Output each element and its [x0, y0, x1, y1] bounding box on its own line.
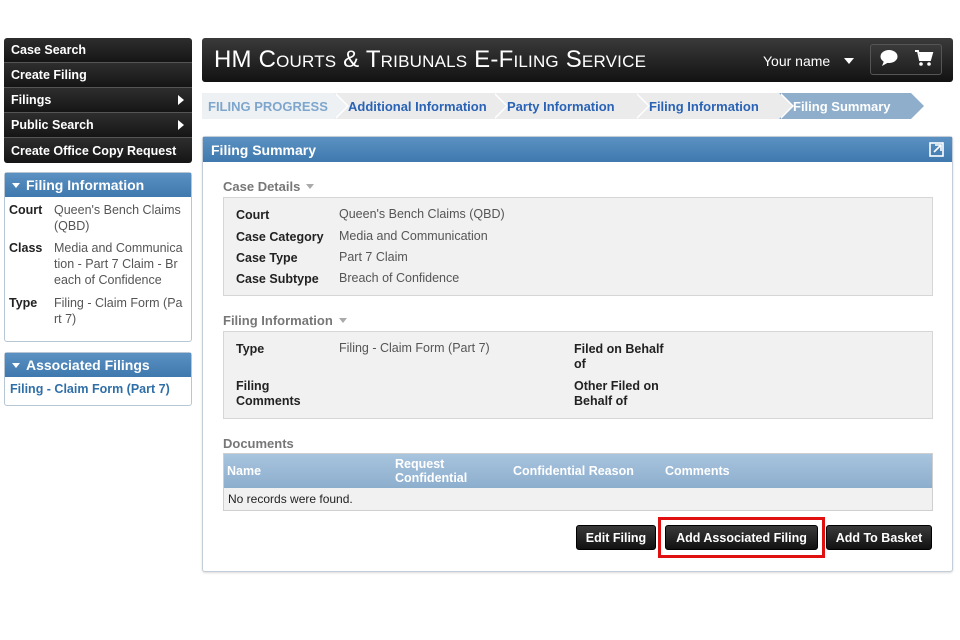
detail-value-subtype: Breach of Confidence: [339, 271, 459, 286]
nav-label: Create Filing: [11, 68, 87, 82]
cart-icon[interactable]: [914, 49, 934, 70]
nav-label: Create Office Copy Request: [11, 143, 177, 158]
documents-empty-row: No records were found.: [224, 488, 932, 510]
chat-icon[interactable]: [879, 49, 899, 70]
case-detail-court: Court: [236, 208, 269, 223]
fi-label: Type: [9, 296, 38, 310]
collapse-icon: [12, 362, 20, 368]
detail-label: Case Subtype: [236, 272, 319, 286]
header-icon-group: [870, 44, 942, 75]
detail-value: Filing - Claim Form (Part 7): [339, 341, 490, 355]
fi-row-type: Type Filing - Claim Form (Part 7): [5, 295, 191, 327]
associated-filings-panel-header[interactable]: Associated Filings: [5, 353, 191, 377]
filing-progress-bar: FILING PROGRESS Additional Information P…: [202, 93, 950, 119]
edit-filing-button[interactable]: Edit Filing: [576, 525, 656, 550]
filing-information-panel: Filing Information Court Queen's Bench C…: [4, 172, 192, 342]
column-header[interactable]: Name: [227, 464, 261, 478]
filed-behalf-label-wrap: Filed on Behalf of: [574, 342, 674, 372]
left-nav: Case Search Create Filing Filings Public…: [4, 38, 192, 163]
fi-label: Class: [9, 241, 43, 255]
progress-step-additional-information[interactable]: Additional Information: [334, 93, 508, 119]
detail-label: Case Category: [236, 230, 324, 244]
section-title: Documents: [223, 436, 294, 451]
add-associated-filing-button[interactable]: Add Associated Filing: [665, 525, 818, 550]
nav-public-search[interactable]: Public Search: [4, 113, 192, 138]
user-menu[interactable]: Your name: [763, 53, 855, 69]
chevron-down-icon: [306, 184, 315, 189]
filing-comments-label-wrap: Filing Comments: [236, 379, 316, 409]
filing-type-value-wrap: Filing - Claim Form (Part 7): [339, 341, 490, 356]
progress-step-filing-information[interactable]: Filing Information: [635, 93, 794, 119]
nav-case-search[interactable]: Case Search: [4, 38, 192, 63]
detail-label: Type: [236, 342, 265, 356]
column-header[interactable]: Request Confidential: [395, 457, 485, 485]
documents-table-header: Name Request Confidential Confidential R…: [224, 454, 932, 488]
associated-filing-link[interactable]: Filing - Claim Form (Part 7): [5, 377, 191, 401]
nav-label: Public Search: [11, 118, 94, 132]
detail-value-court: Queen's Bench Claims (QBD): [339, 207, 505, 222]
column-header[interactable]: Confidential Reason: [513, 464, 634, 478]
app-header: HM Courts & Tribunals E-Filing Service Y…: [202, 38, 953, 82]
detail-value: Media and Communication: [339, 229, 488, 243]
app-title: HM Courts & Tribunals E-Filing Service: [214, 46, 647, 73]
fi-row-class: Class Media and Communication - Part 7 C…: [5, 240, 191, 295]
filing-progress-label: FILING PROGRESS: [202, 93, 349, 119]
documents-title: Documents: [223, 436, 294, 451]
case-details-toggle[interactable]: Case Details: [223, 179, 315, 194]
nav-create-filing[interactable]: Create Filing: [4, 63, 192, 88]
column-header[interactable]: Comments: [665, 464, 730, 478]
section-title: Case Details: [223, 179, 301, 194]
expand-icon[interactable]: [929, 142, 944, 160]
fi-value: Media and Communication - Part 7 Claim -…: [54, 241, 183, 287]
section-title: Filing Information: [223, 313, 333, 328]
fi-row-court: Court Queen's Bench Claims (QBD): [5, 202, 191, 240]
case-detail-category: Case Category: [236, 230, 324, 245]
nav-create-office-copy-request[interactable]: Create Office Copy Request: [4, 138, 192, 163]
detail-value: Breach of Confidence: [339, 271, 460, 285]
chevron-down-icon: [844, 58, 855, 64]
progress-step-party-information[interactable]: Party Information: [493, 93, 650, 119]
nav-label: Case Search: [11, 43, 87, 57]
associated-filings-panel: Associated Filings Filing - Claim Form (…: [4, 352, 192, 406]
nav-label: Filings: [11, 93, 52, 107]
fi-value: Queen's Bench Claims (QBD): [54, 203, 181, 233]
detail-value: Queen's Bench Claims (QBD): [339, 207, 505, 221]
filing-information-box: Type Filing - Claim Form (Part 7) Filing…: [223, 331, 933, 419]
other-behalf-label-wrap: Other Filed on Behalf of: [574, 379, 674, 409]
page-title: Filing Summary: [211, 141, 317, 158]
filing-summary-header: Filing Summary: [203, 137, 952, 162]
detail-value: Part 7 Claim: [339, 250, 408, 264]
user-name: Your name: [763, 53, 831, 69]
chevron-right-icon: [178, 95, 184, 105]
detail-label: Filing Comments: [236, 379, 301, 408]
filing-information-panel-header[interactable]: Filing Information: [5, 173, 191, 197]
filing-information-toggle[interactable]: Filing Information: [223, 313, 347, 328]
detail-label: Case Type: [236, 251, 298, 265]
add-to-basket-button[interactable]: Add To Basket: [826, 525, 932, 550]
progress-step-filing-summary[interactable]: Filing Summary: [779, 93, 926, 119]
panel-title: Filing Information: [26, 177, 145, 193]
chevron-right-icon: [178, 120, 184, 130]
fi-label: Court: [9, 203, 43, 217]
case-detail-subtype: Case Subtype: [236, 272, 319, 287]
filing-type-label-wrap: Type: [236, 342, 264, 357]
case-details-box: Court Queen's Bench Claims (QBD) Case Ca…: [223, 197, 933, 296]
detail-label: Court: [236, 208, 270, 222]
detail-value-type: Part 7 Claim: [339, 250, 408, 265]
detail-label: Other Filed on Behalf of: [574, 379, 659, 408]
case-detail-type: Case Type: [236, 251, 298, 266]
collapse-icon: [12, 182, 20, 188]
fi-value: Filing - Claim Form (Part 7): [54, 296, 183, 326]
detail-label: Filed on Behalf of: [574, 342, 664, 371]
panel-title: Associated Filings: [26, 357, 150, 373]
nav-filings[interactable]: Filings: [4, 88, 192, 113]
detail-value-category: Media and Communication: [339, 229, 488, 244]
filing-summary-panel: Filing Summary Case Details Court Queen'…: [202, 136, 953, 572]
chevron-down-icon: [338, 318, 347, 323]
documents-table: Name Request Confidential Confidential R…: [223, 453, 933, 511]
